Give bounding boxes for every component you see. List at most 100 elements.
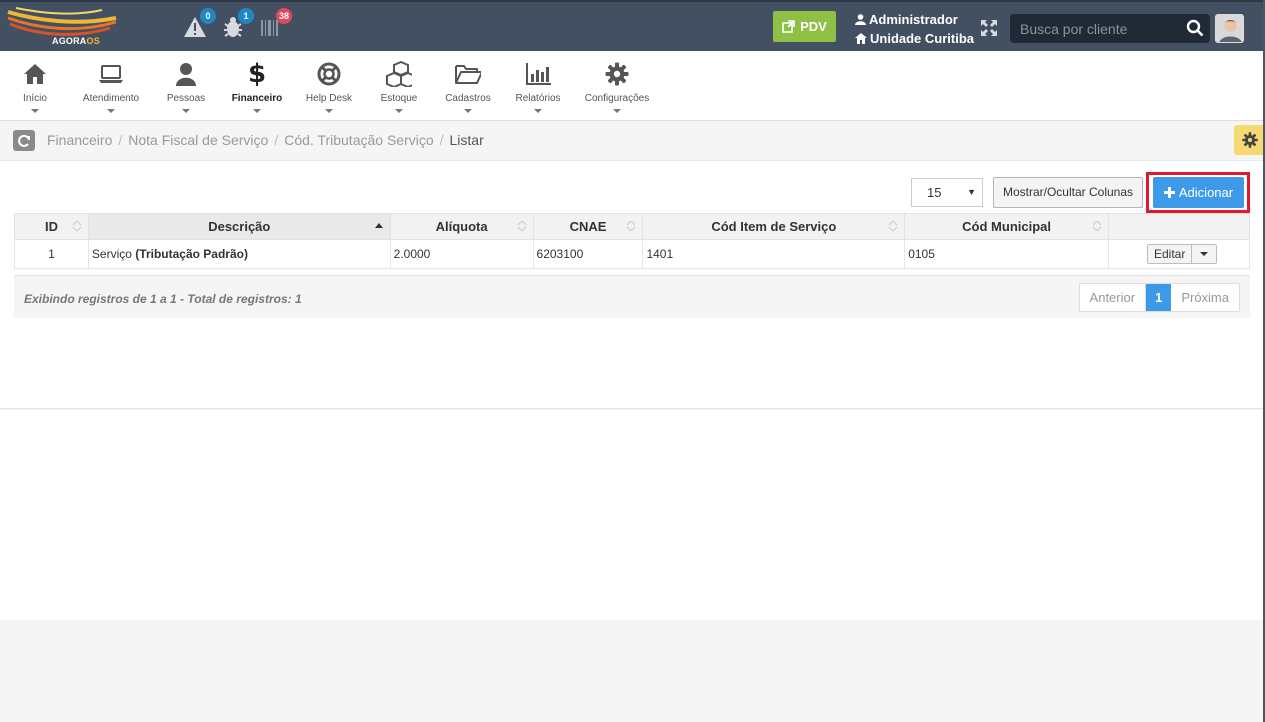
logo-text: AGORAOS xyxy=(52,36,100,46)
search-input[interactable] xyxy=(1010,14,1180,43)
descricao-text: Serviço xyxy=(91,247,132,261)
header-label: Descrição xyxy=(208,219,271,234)
breadcrumb-cod-tributacao[interactable]: Cód. Tributação Serviço xyxy=(284,132,433,148)
nav-item-inicio[interactable]: Início xyxy=(15,51,55,121)
pagination-page-1[interactable]: 1 xyxy=(1146,284,1172,311)
breadcrumb-financeiro[interactable]: Financeiro xyxy=(47,132,112,148)
column-header-cod-item[interactable]: Cód Item de Serviço xyxy=(642,213,906,240)
settings-toggle-button[interactable] xyxy=(1234,125,1265,155)
chevron-down-icon xyxy=(325,109,333,113)
empty-area xyxy=(0,410,1265,620)
edit-dropdown-toggle[interactable] xyxy=(1192,245,1216,263)
home-icon xyxy=(24,64,46,84)
sort-icon xyxy=(888,220,898,232)
breadcrumb-nota-fiscal[interactable]: Nota Fiscal de Serviço xyxy=(128,132,268,148)
pagination: Anterior 1 Próxima xyxy=(1078,283,1240,312)
column-header-id[interactable]: ID xyxy=(14,213,89,240)
column-header-cnae[interactable]: CNAE xyxy=(532,213,644,240)
home-icon xyxy=(855,33,867,44)
column-header-descricao[interactable]: Descrição xyxy=(87,213,391,240)
sort-icon xyxy=(517,220,526,232)
breadcrumb: Financeiro / Nota Fiscal de Serviço / Có… xyxy=(47,132,484,148)
refresh-button[interactable] xyxy=(13,130,35,151)
pdv-button[interactable]: PDV xyxy=(773,11,836,42)
add-button[interactable]: Adicionar xyxy=(1153,177,1244,208)
caret-down-icon xyxy=(1200,252,1209,256)
barcode-button[interactable]: 38 xyxy=(258,8,292,40)
nav-label: Help Desk xyxy=(305,93,353,104)
unit-name: Unidade Curitiba xyxy=(870,31,975,46)
main-nav: Início Atendimento Pessoas $ Financeiro … xyxy=(0,51,1265,121)
sort-icon xyxy=(1092,220,1102,232)
alerts-button[interactable]: 0 xyxy=(182,8,216,40)
chevron-down-icon xyxy=(107,109,115,113)
toggle-columns-button[interactable]: Mostrar/Ocultar Colunas xyxy=(993,177,1143,208)
records-info: Exibindo registros de 1 a 1 - Total de r… xyxy=(24,292,302,306)
sort-asc-icon xyxy=(374,223,383,228)
refresh-icon xyxy=(18,134,30,147)
nav-item-atendimento[interactable]: Atendimento xyxy=(75,51,147,121)
avatar[interactable] xyxy=(1215,14,1244,43)
column-header-aliquota[interactable]: Alíquota xyxy=(389,213,534,240)
user-info[interactable]: Administrador Unidade Curitiba xyxy=(855,10,974,48)
column-header-cod-municipal[interactable]: Cód Municipal xyxy=(904,213,1109,240)
header-label: ID xyxy=(44,219,58,234)
table-footer: Exibindo registros de 1 a 1 - Total de r… xyxy=(14,275,1250,318)
logo[interactable]: AGORAOS xyxy=(6,6,124,48)
top-bar: AGORAOS 0 1 38 PDV Administrador Unidade… xyxy=(0,0,1265,51)
edit-button[interactable]: Editar xyxy=(1148,245,1193,263)
chevron-down-icon xyxy=(534,109,542,113)
sort-icon xyxy=(72,220,82,232)
nav-item-financeiro[interactable]: $ Financeiro xyxy=(228,51,286,121)
nav-item-cadastros[interactable]: Cadastros xyxy=(440,51,496,121)
pdv-label: PDV xyxy=(800,19,827,34)
breadcrumb-separator: / xyxy=(439,132,444,148)
caret-down-icon: ▼ xyxy=(967,187,976,197)
table-row[interactable]: 1 Serviço (Tributação Padrão) 2.0000 620… xyxy=(14,239,1250,269)
external-link-icon xyxy=(782,20,795,33)
tasks-button[interactable]: 1 xyxy=(220,8,254,40)
nav-label: Atendimento xyxy=(82,93,140,104)
nav-label: Financeiro xyxy=(231,93,283,104)
nav-item-configuracoes[interactable]: Configurações xyxy=(580,51,654,121)
cell-cod-item: 1401 xyxy=(642,239,906,269)
pagination-prev[interactable]: Anterior xyxy=(1080,284,1147,311)
gear-icon xyxy=(605,62,629,86)
user-icon xyxy=(855,14,866,25)
bar-chart-icon xyxy=(526,63,551,85)
pagination-next[interactable]: Próxima xyxy=(1171,284,1239,311)
nav-label: Cadastros xyxy=(445,93,491,104)
chevron-down-icon xyxy=(31,109,39,113)
nav-label: Pessoas xyxy=(166,93,206,104)
cell-actions: Editar xyxy=(1108,239,1250,269)
table-header-row: ID Descrição Alíquota CNAE Cód Item de S… xyxy=(14,213,1250,240)
dollar-icon: $ xyxy=(247,59,267,89)
tasks-badge: 1 xyxy=(238,8,254,24)
customer-search xyxy=(1010,14,1210,43)
alerts-badge: 0 xyxy=(200,8,216,24)
header-label: Alíquota xyxy=(435,219,488,234)
nav-item-pessoas[interactable]: Pessoas xyxy=(163,51,209,121)
header-label: Cód Municipal xyxy=(962,219,1052,234)
cell-aliquota: 2.0000 xyxy=(389,239,534,269)
barcode-badge: 38 xyxy=(275,8,292,24)
breadcrumb-separator: / xyxy=(274,132,279,148)
fullscreen-icon[interactable] xyxy=(980,19,998,37)
user-name: Administrador xyxy=(869,12,958,27)
chevron-down-icon xyxy=(464,109,472,113)
nav-item-help-desk[interactable]: Help Desk xyxy=(302,51,356,121)
nav-item-relatorios[interactable]: Relatórios xyxy=(512,51,564,121)
nav-label: Início xyxy=(23,93,47,104)
page-size-select[interactable]: 15 ▼ xyxy=(911,178,983,207)
cell-cnae: 6203100 xyxy=(532,239,644,269)
gear-icon xyxy=(1241,132,1258,148)
cubes-icon xyxy=(386,61,412,87)
search-icon[interactable] xyxy=(1186,19,1204,37)
user-icon xyxy=(176,63,196,86)
nav-item-estoque[interactable]: Estoque xyxy=(376,51,422,121)
laptop-icon xyxy=(99,65,123,83)
nav-label: Relatórios xyxy=(515,93,561,104)
breadcrumb-current: Listar xyxy=(449,132,484,148)
chevron-down-icon xyxy=(613,109,621,113)
edit-button-group: Editar xyxy=(1147,244,1218,264)
